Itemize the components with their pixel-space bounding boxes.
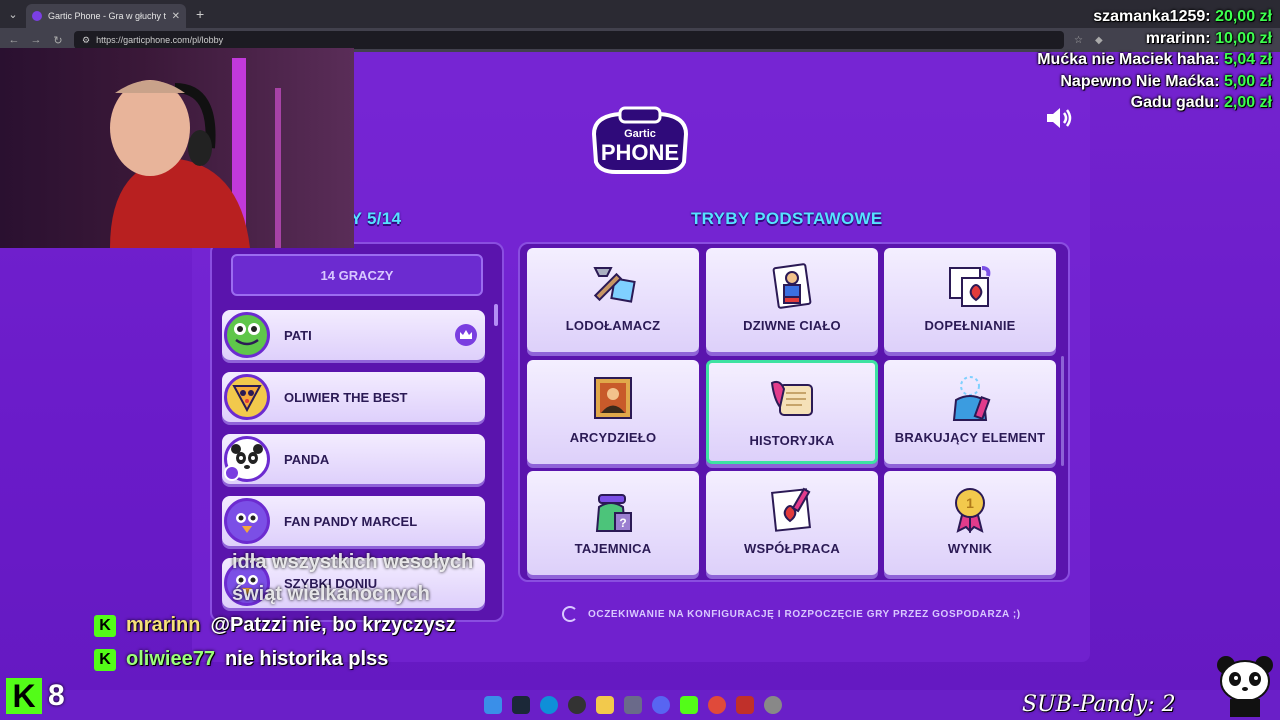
mode-arcydzielo[interactable]: ARCYDZIEŁO: [527, 360, 699, 464]
viewer-counter: K 8: [6, 678, 65, 714]
viewer-count: 8: [48, 679, 65, 712]
app-icon[interactable]: [764, 696, 782, 714]
mode-label: BRAKUJĄCY ELEMENT: [894, 430, 1046, 445]
chat-message: K mrarinn @Patzzi nie, bo krzyczysz: [94, 614, 456, 637]
player-item-oliwier[interactable]: OLIWIER THE BEST: [222, 372, 485, 422]
host-crown-icon: [455, 324, 477, 346]
app-icon[interactable]: [736, 696, 754, 714]
mode-label: ARCYDZIEŁO: [569, 430, 657, 445]
svg-text:Gartic: Gartic: [624, 128, 656, 140]
mode-tajemnica[interactable]: ? TAJEMNICA: [527, 471, 699, 575]
masterpiece-icon: [594, 377, 632, 419]
edge-icon[interactable]: [540, 696, 558, 714]
gartic-favicon-icon: [32, 11, 42, 21]
chat-text: @Patzzi nie, bo krzyczysz: [210, 614, 456, 636]
back-icon[interactable]: ←: [8, 34, 20, 46]
kick-app-icon[interactable]: [680, 696, 698, 714]
mode-brakujacy-element[interactable]: BRAKUJĄCY ELEMENT: [884, 360, 1056, 464]
steam-icon[interactable]: [512, 696, 530, 714]
webcam-overlay: [0, 48, 354, 248]
kick-badge-icon: K: [94, 614, 116, 637]
chat-username: mrarinn: [126, 614, 201, 636]
discord-icon[interactable]: [652, 696, 670, 714]
svg-text:?: ?: [619, 516, 626, 530]
score-icon: 1: [955, 488, 985, 533]
mode-lodolamacz[interactable]: LODOŁAMACZ: [527, 248, 699, 352]
tab-close-icon[interactable]: ✕: [172, 11, 180, 22]
gartic-phone-logo: Gartic PHONE: [591, 106, 689, 174]
svg-text:PHONE: PHONE: [601, 140, 679, 165]
chat-text: nie historika plss: [224, 648, 389, 670]
player-name: PATI: [284, 327, 312, 343]
loading-spinner-icon: [562, 606, 578, 622]
donation-item: Napewno Nie Maćka: 5,00 zł: [1060, 72, 1272, 90]
mode-label: LODOŁAMACZ: [565, 318, 661, 333]
players-scrollbar[interactable]: [494, 304, 498, 326]
waiting-text: OCZEKIWANIE NA KONFIGURACJĘ I ROZPOCZĘCI…: [588, 608, 1021, 620]
mode-label: HISTORYJKA: [749, 433, 835, 448]
missing-piece-icon: [952, 376, 991, 421]
chrome-icon[interactable]: [708, 696, 726, 714]
mode-label: WYNIK: [947, 541, 993, 556]
frog-avatar-icon: [224, 312, 270, 358]
chat-username: oliwiee77: [126, 648, 215, 670]
url-field[interactable]: ⚙ https://garticphone.com/pl/lobby: [74, 31, 1064, 49]
icebreaker-icon: [593, 267, 636, 303]
mode-label: DZIWNE CIAŁO: [743, 318, 841, 333]
pizza-avatar-icon: [224, 374, 270, 420]
kick-logo-icon: K: [6, 678, 42, 714]
panda-avatar-icon: [224, 436, 270, 482]
tab-list-chevron-icon[interactable]: ⌄: [0, 0, 26, 28]
new-tab-icon[interactable]: +: [196, 6, 204, 22]
svg-text:1: 1: [966, 495, 974, 511]
mode-label: TAJEMNICA: [574, 541, 652, 556]
taskbar: [470, 690, 810, 720]
story-icon: [770, 380, 813, 416]
waiting-status: OCZEKIWANIE NA KONFIGURACJĘ I ROZPOCZĘCI…: [562, 606, 1021, 622]
app-icon[interactable]: [624, 696, 642, 714]
chat-message: K oliwiee77 nie historika plss: [94, 648, 388, 671]
strange-body-icon: [772, 263, 812, 309]
modes-title: TRYBY PODSTAWOWE: [691, 209, 883, 228]
player-item-pati[interactable]: PATI: [222, 310, 485, 360]
mode-label: WSPÓŁPRACA: [744, 541, 840, 556]
chat-overlay-text: idła wszystkich wesołych świąt wielkanoc…: [232, 551, 474, 605]
panda-mascot-icon: [1217, 656, 1273, 717]
donation-item: mrarinn: 10,00 zł: [1145, 29, 1272, 47]
tab-title: Gartic Phone - Gra w głuchy telefo: [48, 11, 166, 21]
donation-item: szamanka1259: 20,00 zł: [1093, 8, 1272, 25]
cooperation-icon: [771, 487, 811, 532]
site-info-icon[interactable]: ⚙: [82, 35, 90, 46]
players-count-button[interactable]: 14 GRACZY: [231, 254, 483, 296]
player-item-panda[interactable]: PANDA: [222, 434, 485, 484]
kick-badge-icon: K: [94, 648, 116, 671]
modes-scrollbar[interactable]: [1061, 356, 1064, 466]
bird-avatar-icon: [224, 498, 270, 544]
donation-list: szamanka1259: 20,00 zł mrarinn: 10,00 zł…: [1037, 6, 1272, 114]
mode-historyjka[interactable]: HISTORYJKA: [706, 360, 878, 464]
player-item-marcel[interactable]: FAN PANDY MARCEL: [222, 496, 485, 546]
complement-icon: [949, 266, 991, 307]
donation-item: Mućka nie Maciek haha: 5,04 zł: [1037, 51, 1272, 68]
secret-icon: ?: [595, 494, 632, 532]
forward-icon[interactable]: →: [30, 34, 42, 46]
player-name: OLIWIER THE BEST: [284, 389, 408, 405]
mode-dopelnianie[interactable]: DOPEŁNIANIE: [884, 248, 1056, 352]
windows-start-icon[interactable]: [484, 696, 502, 714]
mode-label: DOPEŁNIANIE: [924, 318, 1016, 333]
browser-tab[interactable]: Gartic Phone - Gra w głuchy telefo ✕: [26, 4, 186, 28]
sub-goal-counter: SUB-Pandy: 2: [1022, 692, 1176, 717]
mode-dziwne-cialo[interactable]: DZIWNE CIAŁO: [706, 248, 878, 352]
folder-icon[interactable]: [596, 696, 614, 714]
url-text: https://garticphone.com/pl/lobby: [96, 35, 224, 45]
player-name: FAN PANDY MARCEL: [284, 513, 418, 529]
mode-wspolpraca[interactable]: WSPÓŁPRACA: [706, 471, 878, 575]
donation-item: Gadu gadu: 2,00 zł: [1130, 94, 1272, 111]
user-badge-icon: [224, 465, 240, 481]
mode-wynik[interactable]: 1 WYNIK: [884, 471, 1056, 575]
reload-icon[interactable]: ↻: [52, 34, 64, 47]
player-name: PANDA: [284, 451, 330, 467]
obs-icon[interactable]: [568, 696, 586, 714]
